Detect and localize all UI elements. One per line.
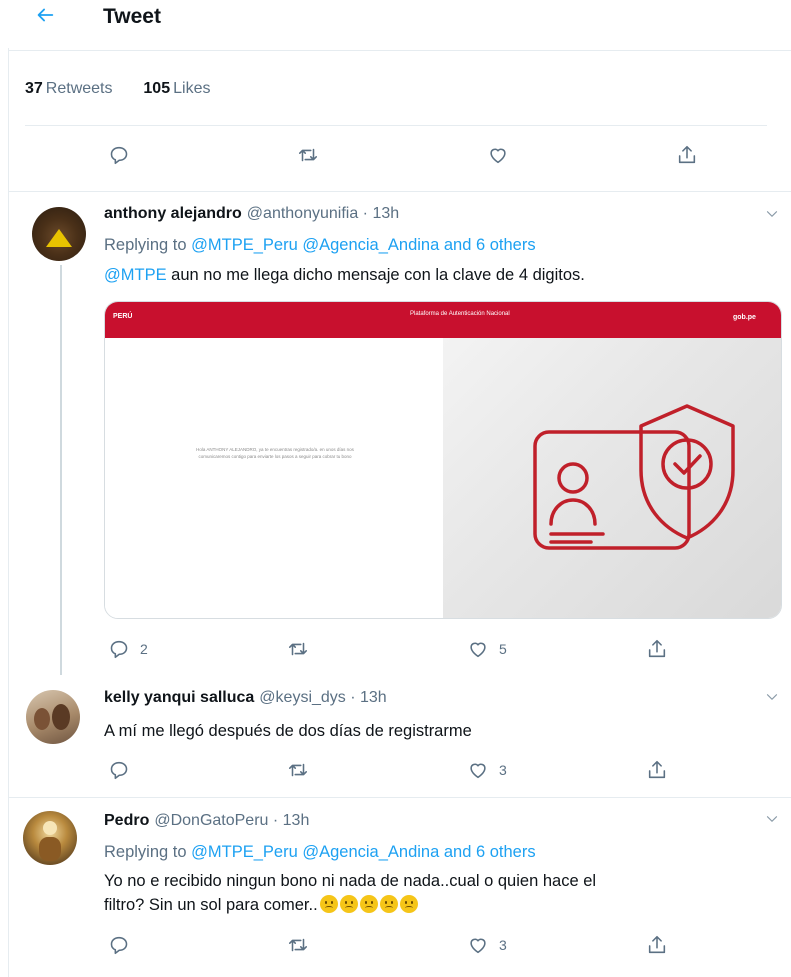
retweet-button[interactable] (287, 638, 309, 660)
like-count: 3 (499, 762, 507, 778)
media-message: Hola ANTHONY ALEJANDRO, ya te encuentras… (196, 447, 354, 459)
tweet-header: Tweet (0, 0, 791, 40)
frown-emoji-icon (339, 895, 358, 913)
handle-time: @keysi_dys · 13h (259, 689, 387, 706)
tweet-text: Yo no e recibido ningun bono ni nada de … (104, 872, 597, 914)
share-icon (648, 935, 666, 954)
retweet-button[interactable] (287, 934, 309, 956)
page-title: Tweet (103, 5, 161, 28)
back-arrow-icon[interactable] (34, 4, 56, 26)
display-name: kelly yanqui salluca (104, 689, 255, 706)
like-button[interactable] (487, 144, 509, 166)
frown-emoji-icon (399, 895, 418, 913)
handle-time: @DonGatoPeru · 13h (154, 812, 310, 829)
heart-icon (470, 642, 486, 658)
like-count: 5 (499, 641, 507, 657)
replying-to: Replying to @MTPE_Peru @Agencia_Andina a… (104, 843, 536, 861)
retweets-stat[interactable]: 37 Retweets (25, 80, 113, 97)
gob-logo: gob.pe (733, 314, 756, 321)
avatar[interactable] (26, 690, 80, 744)
retweet-icon (288, 642, 308, 656)
replying-to-link[interactable]: @MTPE_Peru @Agencia_Andina and 6 others (191, 843, 535, 861)
engagement-stats: 37 Retweets 105 Likes (25, 80, 210, 98)
share-icon (678, 145, 696, 164)
retweet-icon (298, 148, 318, 162)
tweet-text: A mí me llegó después de dos días de reg… (104, 722, 472, 740)
chevron-down-icon[interactable] (763, 205, 781, 223)
retweet-button[interactable] (287, 759, 309, 781)
media-header-bar: PERÚ Plataforma de Autenticación Naciona… (105, 302, 781, 338)
replying-to: Replying to @MTPE_Peru @Agencia_Andina a… (104, 236, 536, 254)
share-button[interactable] (646, 638, 668, 660)
retweet-icon (288, 938, 308, 952)
tweet-author[interactable]: kelly yanqui salluca @keysi_dys · 13h (104, 689, 387, 707)
avatar[interactable] (23, 811, 77, 865)
share-icon (648, 760, 666, 779)
share-button[interactable] (646, 759, 668, 781)
id-shield-icon (533, 404, 735, 550)
likes-stat[interactable]: 105 Likes (143, 80, 210, 97)
reply-button[interactable] (108, 759, 130, 781)
reply-button[interactable] (108, 934, 130, 956)
frown-emoji-icon (319, 895, 338, 913)
thread-line (60, 265, 62, 675)
reply-icon (110, 640, 128, 659)
handle-time: @anthonyunifia · 13h (246, 205, 400, 222)
chevron-down-icon[interactable] (763, 810, 781, 828)
tweet-author[interactable]: anthony alejandro @anthonyunifia · 13h (104, 205, 399, 223)
chevron-down-icon[interactable] (763, 688, 781, 706)
reply-button[interactable]: 2 (108, 638, 148, 660)
media-message-panel: Hola ANTHONY ALEJANDRO, ya te encuentras… (105, 338, 443, 618)
retweet-button[interactable] (297, 144, 319, 166)
frown-emoji-icon (359, 895, 378, 913)
reply-icon (110, 936, 128, 955)
like-button[interactable]: 3 (467, 759, 507, 781)
avatar[interactable] (32, 207, 86, 261)
frown-emoji-icon (379, 895, 398, 913)
reply-count: 2 (140, 641, 148, 657)
share-button[interactable] (646, 934, 668, 956)
heart-icon (470, 938, 486, 954)
share-icon (648, 639, 666, 658)
tweet-image[interactable]: PERÚ Plataforma de Autenticación Naciona… (104, 301, 782, 619)
peru-logo: PERÚ (113, 313, 133, 320)
tweet-text: @MTPE aun no me llega dicho mensaje con … (104, 266, 585, 284)
like-button[interactable]: 5 (467, 638, 507, 660)
heart-icon (470, 763, 486, 779)
reply-button[interactable] (108, 144, 130, 166)
display-name: Pedro (104, 812, 150, 829)
divider (8, 50, 791, 51)
media-illustration-panel (443, 338, 781, 618)
divider (8, 797, 791, 798)
heart-icon (490, 148, 506, 164)
like-count: 3 (499, 937, 507, 953)
tweet-author[interactable]: Pedro @DonGatoPeru · 13h (104, 812, 309, 830)
divider (8, 191, 791, 192)
platform-name: Plataforma de Autenticación Nacional (410, 311, 510, 317)
share-button[interactable] (676, 144, 698, 166)
reply-icon (110, 146, 128, 165)
display-name: anthony alejandro (104, 205, 242, 222)
mention-link[interactable]: @MTPE (104, 266, 167, 284)
retweet-icon (288, 763, 308, 777)
replying-to-link[interactable]: @MTPE_Peru @Agencia_Andina and 6 others (191, 236, 535, 254)
divider (25, 125, 767, 126)
like-button[interactable]: 3 (467, 934, 507, 956)
reply-icon (110, 761, 128, 780)
